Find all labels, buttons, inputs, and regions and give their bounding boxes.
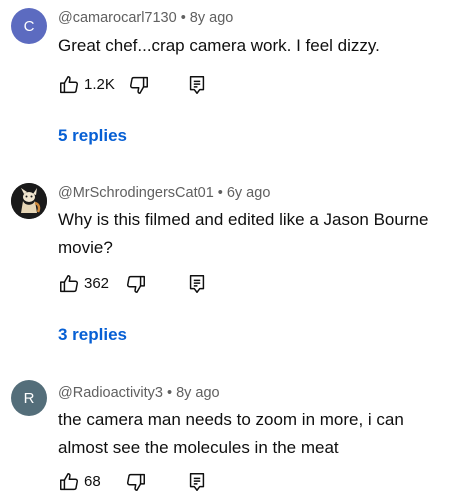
avatar[interactable]: R — [11, 380, 47, 416]
replies-link[interactable]: 3 replies — [58, 325, 127, 345]
reply-icon[interactable] — [186, 74, 208, 96]
avatar-letter: R — [23, 389, 35, 407]
avatar[interactable] — [11, 183, 47, 219]
cartoon-avatar-icon — [11, 183, 47, 219]
meta-separator: • — [217, 185, 223, 201]
comment-time: 6y ago — [226, 185, 271, 201]
comment-text: Why is this filmed and edited like a Jas… — [58, 210, 429, 257]
dislike-icon[interactable] — [125, 273, 147, 295]
like-icon[interactable] — [58, 471, 80, 493]
comment-meta: @MrSchrodingersCat01 • 6y ago — [58, 185, 270, 201]
avatar[interactable]: C — [11, 8, 47, 44]
comment-username[interactable]: @camarocarl7130 — [58, 10, 177, 26]
comment-meta: @Radioactivity3 • 8y ago — [58, 385, 220, 401]
comment-text: the camera man needs to zoom in more, i … — [58, 410, 404, 457]
like-count: 362 — [84, 275, 110, 292]
dislike-icon[interactable] — [125, 471, 147, 493]
comment-actions: 362 — [58, 273, 258, 297]
dislike-icon[interactable] — [128, 74, 150, 96]
reply-icon[interactable] — [186, 471, 208, 493]
avatar-letter: C — [23, 17, 35, 35]
like-count: 1.2K — [84, 76, 115, 93]
comment-time: 8y ago — [189, 10, 234, 26]
like-icon[interactable] — [58, 273, 80, 295]
comment-actions: 68 — [58, 471, 258, 495]
comment-username[interactable]: @MrSchrodingersCat01 — [58, 185, 214, 201]
meta-separator: • — [166, 385, 173, 401]
like-icon[interactable] — [58, 74, 80, 96]
comment-time: 8y ago — [176, 385, 220, 401]
like-count: 68 — [84, 473, 101, 490]
comment-actions: 1.2K — [58, 74, 258, 98]
comment-username[interactable]: @Radioactivity3 — [58, 385, 163, 401]
comment-text: Great chef...crap camera work. I feel di… — [58, 36, 380, 55]
replies-link[interactable]: 5 replies — [58, 126, 127, 146]
comment-meta: @camarocarl7130 • 8y ago — [58, 10, 233, 26]
reply-icon[interactable] — [186, 273, 208, 295]
meta-separator: • — [180, 10, 186, 26]
